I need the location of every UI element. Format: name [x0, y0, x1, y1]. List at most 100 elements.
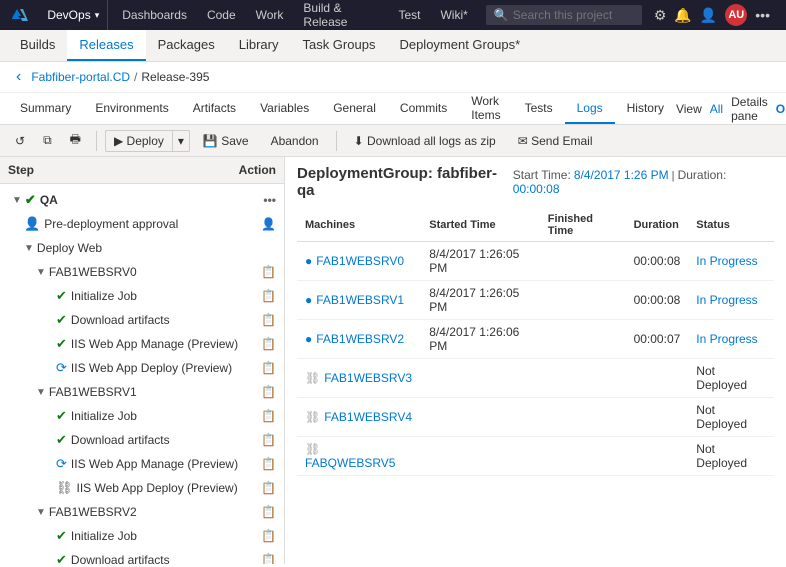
tab-work-items[interactable]: Work Items	[459, 93, 512, 124]
send-email-button[interactable]: ✉ Send Email	[509, 130, 602, 152]
subnav-builds[interactable]: Builds	[8, 30, 67, 61]
pipeline-link[interactable]: Fabfiber-portal.CD	[31, 70, 130, 84]
step-download-artifacts-0[interactable]: ✔ Download artifacts 📋	[0, 308, 284, 332]
nav-dashboards[interactable]: Dashboards	[112, 0, 197, 30]
qa-chevron[interactable]: ▼	[12, 195, 22, 206]
user-icon[interactable]: 👤	[700, 7, 717, 24]
view-all-link[interactable]: All	[710, 102, 723, 116]
machine-link-5[interactable]: FABQWEBSRV5	[305, 456, 395, 470]
qa-more-icon[interactable]: •••	[263, 193, 276, 207]
deploy-web-chevron[interactable]: ▼	[24, 243, 34, 254]
step-iis-deploy-0[interactable]: ⟳ IIS Web App Deploy (Preview) 📋	[0, 356, 284, 380]
toolbar-separator-2	[336, 131, 337, 151]
step-column-header: Step	[8, 163, 34, 177]
machine-link-2[interactable]: FAB1WEBSRV2	[316, 332, 404, 346]
avatar[interactable]: AU	[725, 4, 747, 26]
nav-work[interactable]: Work	[246, 0, 294, 30]
tab-logs[interactable]: Logs	[565, 93, 615, 124]
abandon-button[interactable]: Abandon	[262, 130, 328, 152]
notifications-icon[interactable]: 🔔	[674, 7, 691, 24]
subnav-task-groups[interactable]: Task Groups	[290, 30, 387, 61]
step-init-job-2[interactable]: ✔ Initialize Job 📋	[0, 524, 284, 548]
refresh-button[interactable]: ↺	[8, 130, 32, 152]
fab1websrv1-group-label: FAB1WEBSRV1	[49, 385, 261, 399]
init-job-1-action: 📋	[261, 409, 276, 423]
machine-cell: ⛓FAB1WEBSRV4	[297, 398, 421, 437]
tab-general[interactable]: General	[321, 93, 388, 124]
fab1websrv2-chevron[interactable]: ▼	[36, 507, 46, 518]
search-input[interactable]	[513, 8, 633, 22]
back-button[interactable]: ‹	[16, 68, 21, 86]
tab-environments[interactable]: Environments	[83, 93, 180, 124]
top-nav-icons: ⚙ 🔔 👤 AU •••	[646, 4, 778, 26]
step-predeployment[interactable]: 👤 Pre-deployment approval 👤	[0, 212, 284, 236]
machine-link-1[interactable]: FAB1WEBSRV1	[316, 293, 404, 307]
step-init-job-0[interactable]: ✔ Initialize Job 📋	[0, 284, 284, 308]
download-logs-button[interactable]: ⬇ Download all logs as zip	[345, 130, 505, 152]
step-deploy-web[interactable]: ▼ Deploy Web	[0, 236, 284, 260]
machine-cell: ● FAB1WEBSRV0	[297, 242, 421, 281]
col-status: Status	[688, 209, 774, 242]
duration-cell-3	[626, 359, 689, 398]
subnav-library[interactable]: Library	[227, 30, 291, 61]
subnav-packages[interactable]: Packages	[146, 30, 227, 61]
fab1websrv0-group-label: FAB1WEBSRV0	[49, 265, 261, 279]
started-cell-0: 8/4/2017 1:26:05 PM	[421, 242, 540, 281]
duration-cell-1: 00:00:08	[626, 281, 689, 320]
machine-link-0[interactable]: FAB1WEBSRV0	[316, 254, 404, 268]
step-fab1websrv2-group[interactable]: ▼ FAB1WEBSRV2 📋	[0, 500, 284, 524]
duration-cell-4	[626, 398, 689, 437]
tab-history[interactable]: History	[615, 93, 676, 124]
nav-code[interactable]: Code	[197, 0, 246, 30]
init-job-0-icon: ✔	[56, 288, 67, 304]
settings-icon[interactable]: ⚙	[654, 7, 667, 24]
deploy-button[interactable]: ▶ Deploy	[106, 131, 172, 151]
col-duration: Duration	[626, 209, 689, 242]
nav-test[interactable]: Test	[388, 0, 430, 30]
details-pane-toggle[interactable]: On	[776, 102, 786, 116]
save-button[interactable]: 💾 Save	[194, 130, 258, 152]
more-icon[interactable]: •••	[755, 7, 770, 23]
nav-build-release[interactable]: Build & Release	[293, 0, 388, 30]
step-qa[interactable]: ▼ ✔ QA •••	[0, 188, 284, 212]
tab-artifacts[interactable]: Artifacts	[181, 93, 248, 124]
fab1websrv0-chevron[interactable]: ▼	[36, 267, 46, 278]
deploy-dropdown-button[interactable]: ▾	[172, 131, 189, 151]
step-iis-manage-0[interactable]: ✔ IIS Web App Manage (Preview) 📋	[0, 332, 284, 356]
step-init-job-1[interactable]: ✔ Initialize Job 📋	[0, 404, 284, 428]
machine-circle-icon: ●	[305, 254, 312, 268]
finished-cell-2	[540, 320, 626, 359]
top-navbar: DevOps ▾ Dashboards Code Work Build & Re…	[0, 0, 786, 30]
start-time-value: 8/4/2017 1:26 PM	[574, 168, 669, 182]
download-0-label: Download artifacts	[71, 313, 261, 327]
print-button[interactable]: 🖶	[63, 126, 88, 155]
fab1websrv1-chevron[interactable]: ▼	[36, 387, 46, 398]
nav-wiki[interactable]: Wiki*	[430, 0, 477, 30]
machines-table: Machines Started Time Finished Time Dura…	[297, 209, 774, 476]
iis-deploy-0-icon: ⟳	[56, 360, 67, 376]
tab-summary[interactable]: Summary	[8, 93, 83, 124]
step-fab1websrv0-group[interactable]: ▼ FAB1WEBSRV0 📋	[0, 260, 284, 284]
right-panel: DeploymentGroup: fabfiber-qa Start Time:…	[285, 157, 786, 564]
search-box[interactable]: 🔍	[486, 5, 642, 25]
step-fab1websrv1-group[interactable]: ▼ FAB1WEBSRV1 📋	[0, 380, 284, 404]
step-download-artifacts-1[interactable]: ✔ Download artifacts 📋	[0, 428, 284, 452]
download-0-action: 📋	[261, 313, 276, 327]
tab-tests[interactable]: Tests	[513, 93, 565, 124]
subnav-deployment-groups[interactable]: Deployment Groups*	[387, 30, 532, 61]
fab1websrv1-action-icon: 📋	[261, 385, 276, 399]
subnav-releases[interactable]: Releases	[67, 30, 145, 61]
tab-variables[interactable]: Variables	[248, 93, 321, 124]
breadcrumb-separator: /	[134, 70, 137, 84]
tab-commits[interactable]: Commits	[388, 93, 459, 124]
step-iis-manage-1[interactable]: ⟳ IIS Web App Manage (Preview) 📋	[0, 452, 284, 476]
machine-link-3[interactable]: FAB1WEBSRV3	[324, 371, 412, 385]
init-job-1-icon: ✔	[56, 408, 67, 424]
deploy-web-label: Deploy Web	[37, 241, 276, 255]
machine-link-4[interactable]: FAB1WEBSRV4	[324, 410, 412, 424]
table-row: ●FAB1WEBSRV08/4/2017 1:26:05 PM00:00:08I…	[297, 242, 774, 281]
devops-label[interactable]: DevOps ▾	[39, 0, 108, 30]
clone-button[interactable]: ⧉	[36, 129, 59, 152]
step-iis-deploy-1[interactable]: ⛓ IIS Web App Deploy (Preview) 📋	[0, 476, 284, 500]
step-download-artifacts-2[interactable]: ✔ Download artifacts 📋	[0, 548, 284, 564]
